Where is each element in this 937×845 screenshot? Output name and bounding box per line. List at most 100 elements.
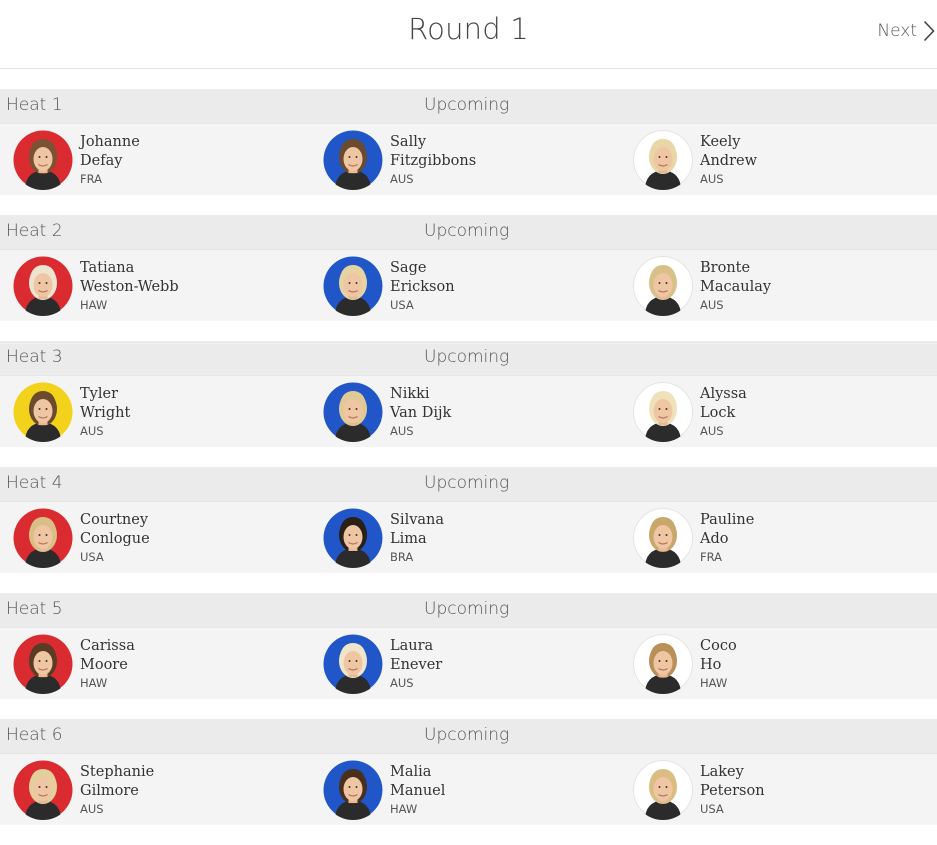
athlete-last-name: Gilmore [80,783,139,799]
athlete[interactable]: Laura Enever AUS [323,634,442,694]
heat-header: Heat 1 Upcoming [0,89,937,123]
heat-card[interactable]: Heat 3 Upcoming Tyler Wright AUS Nikki V… [0,341,937,447]
heat-list: Heat 1 Upcoming Johanne Defay FRA Sally … [0,89,937,845]
heat-name: Heat 6 [6,725,63,745]
athlete[interactable]: Sally Fitzgibbons AUS [323,130,476,190]
athlete-first-name: Lakey [700,764,744,780]
athlete-last-name: Enever [390,657,443,673]
athlete[interactable]: Alyssa Lock AUS [633,382,747,442]
athlete-last-name: Manuel [390,783,446,799]
heat-header: Heat 3 Upcoming [0,341,937,375]
athlete[interactable]: Pauline Ado FRA [633,508,754,568]
athlete-country: AUS [700,424,724,438]
athlete-last-name: Ado [700,531,729,547]
avatar-photo [633,634,693,694]
athlete-info: Laura Enever AUS [390,637,442,691]
heat-header: Heat 6 Upcoming [0,719,937,753]
athlete-info: Courtney Conlogue USA [80,511,150,565]
athlete[interactable]: Tatiana Weston-Webb HAW [13,256,179,316]
avatar-photo [633,256,693,316]
next-round-button[interactable]: Next [877,18,935,44]
athlete-info: Stephanie Gilmore AUS [80,763,154,817]
athlete-country: USA [390,298,414,312]
athlete[interactable]: Bronte Macaulay AUS [633,256,771,316]
athlete-last-name: Conlogue [80,531,150,547]
athlete[interactable]: Courtney Conlogue USA [13,508,150,568]
heat-athletes: Carissa Moore HAW Laura Enever AUS Coco … [0,627,937,699]
athlete-avatar [633,382,693,442]
athlete[interactable]: Malia Manuel HAW [323,760,445,820]
athlete-avatar [323,130,383,190]
athlete[interactable]: Sage Erickson USA [323,256,455,316]
athlete[interactable]: Johanne Defay FRA [13,130,140,190]
heat-status: Upcoming [424,725,510,745]
heat-athletes: Stephanie Gilmore AUS Malia Manuel HAW L… [0,753,937,825]
athlete-country: USA [700,802,724,816]
heat-header: Heat 2 Upcoming [0,215,937,249]
heat-card[interactable]: Heat 1 Upcoming Johanne Defay FRA Sally … [0,89,937,195]
athlete-info: Sally Fitzgibbons AUS [390,133,476,187]
athlete-country: HAW [80,298,108,312]
athlete[interactable]: Keely Andrew AUS [633,130,757,190]
athlete[interactable]: Nikki Van Dijk AUS [323,382,451,442]
heat-header: Heat 4 Upcoming [0,467,937,501]
heat-card[interactable]: Heat 6 Upcoming Stephanie Gilmore AUS Ma… [0,719,937,825]
avatar-photo [323,634,383,694]
athlete-country: AUS [700,172,724,186]
avatar-photo [633,760,693,820]
athlete-last-name: Erickson [390,279,455,295]
athlete-last-name: Weston-Webb [80,279,179,295]
athlete-country: FRA [80,172,103,186]
athlete[interactable]: Tyler Wright AUS [13,382,130,442]
athlete-first-name: Johanne [80,134,140,150]
heat-status: Upcoming [424,473,510,493]
athlete-last-name: Fitzgibbons [390,153,477,169]
avatar-photo [13,130,73,190]
athlete-avatar [13,382,73,442]
athlete[interactable]: Carissa Moore HAW [13,634,135,694]
athlete-info: Sage Erickson USA [390,259,455,313]
athlete-info: Silvana Lima BRA [390,511,444,565]
athlete-country: FRA [700,550,723,564]
athlete-first-name: Tatiana [80,260,135,276]
avatar-photo [633,508,693,568]
heat-athletes: Johanne Defay FRA Sally Fitzgibbons AUS [0,123,937,195]
athlete-last-name: Ho [700,657,722,673]
athlete-first-name: Nikki [390,386,430,402]
athlete-last-name: Defay [80,153,123,169]
heat-card[interactable]: Heat 4 Upcoming Courtney Conlogue USA Si… [0,467,937,573]
athlete-first-name: Coco [700,638,737,654]
athlete-first-name: Sally [390,134,427,150]
heat-status: Upcoming [424,221,510,241]
athlete[interactable]: Silvana Lima BRA [323,508,444,568]
athlete-avatar [13,130,73,190]
avatar-photo [323,760,383,820]
athlete-first-name: Courtney [80,512,149,528]
athlete-first-name: Bronte [700,260,751,276]
athlete-info: Bronte Macaulay AUS [700,259,771,313]
athlete-avatar [13,634,73,694]
heat-status: Upcoming [424,95,510,115]
athlete-country: HAW [700,676,728,690]
athlete-last-name: Andrew [700,153,758,169]
athlete-avatar [633,256,693,316]
athlete[interactable]: Stephanie Gilmore AUS [13,760,154,820]
heat-header: Heat 5 Upcoming [0,593,937,627]
avatar-photo [13,256,73,316]
athlete-last-name: Wright [80,405,131,421]
athlete[interactable]: Coco Ho HAW [633,634,737,694]
athlete-last-name: Van Dijk [390,405,452,421]
avatar-photo [323,382,383,442]
athlete-first-name: Malia [390,764,432,780]
athlete-info: Keely Andrew AUS [700,133,757,187]
heat-card[interactable]: Heat 5 Upcoming Carissa Moore HAW Laura … [0,593,937,699]
athlete-avatar [323,634,383,694]
athlete-country: AUS [700,298,724,312]
athlete[interactable]: Lakey Peterson USA [633,760,765,820]
athlete-country: HAW [80,676,108,690]
avatar-photo [13,760,73,820]
athlete-last-name: Macaulay [700,279,772,295]
athlete-country: HAW [390,802,418,816]
heat-card[interactable]: Heat 2 Upcoming Tatiana Weston-Webb HAW [0,215,937,321]
athlete-avatar [13,508,73,568]
